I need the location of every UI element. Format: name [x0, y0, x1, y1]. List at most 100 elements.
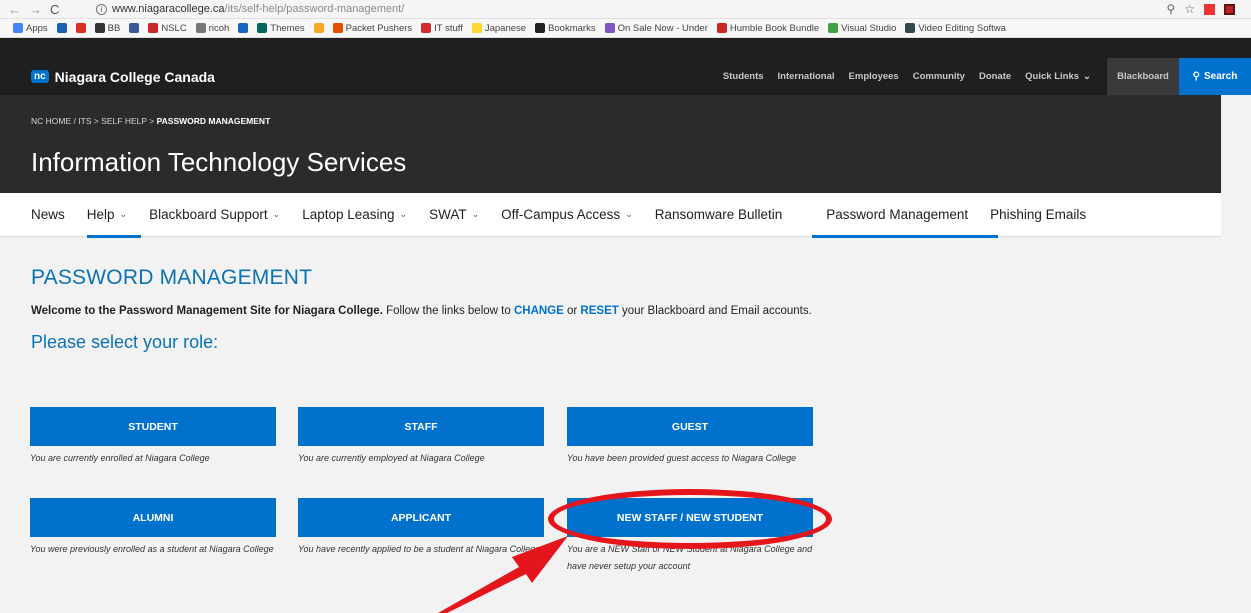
bookmark-item[interactable]: Bookmarks — [535, 23, 596, 34]
crumb-separator: > — [149, 116, 155, 126]
bookmark-label: Visual Studio — [841, 22, 897, 34]
change-link[interactable]: CHANGE — [514, 305, 564, 317]
url-host: www.niagaracollege.ca — [112, 3, 225, 15]
new-staff-student-button[interactable]: NEW STAFF / NEW STUDENT — [567, 498, 813, 537]
bookmark-icon — [421, 23, 432, 33]
bookmark-item[interactable]: On Sale Now - Under — [604, 22, 708, 34]
bookmark-label: Themes — [270, 22, 305, 34]
blackboard-link[interactable]: Blackboard — [1107, 58, 1179, 95]
bookmark-icon — [75, 23, 86, 33]
nav-password-label: Password Management — [826, 207, 969, 222]
chevron-down-icon: ⌄ — [119, 209, 128, 219]
bookmark-item[interactable]: NSLC — [148, 22, 187, 34]
bookmark-icon — [129, 23, 140, 33]
applicant-button[interactable]: APPLICANT — [298, 498, 544, 537]
address-bar[interactable]: i www.niagaracollege.ca/its/self-help/pa… — [96, 1, 1166, 17]
forward-icon[interactable]: → — [29, 2, 42, 17]
role-heading: Please select your role: — [31, 332, 219, 352]
welcome-bold: Welcome to the Password Management Site … — [31, 305, 383, 317]
nav-swat[interactable]: SWAT ⌄ — [429, 193, 479, 237]
nav-laptop-leasing[interactable]: Laptop Leasing ⌄ — [302, 193, 407, 237]
bookmark-label: BB — [107, 22, 121, 34]
nav-ransomware-bulletin[interactable]: Ransomware Bulletin — [655, 193, 783, 237]
nav-help-label: Help — [86, 207, 115, 222]
bookmark-label: NSLC — [161, 22, 187, 34]
role-card-alumni: ALUMNI You were previously enrolled as a… — [30, 498, 276, 558]
student-button[interactable]: STUDENT — [30, 407, 276, 446]
bookmark-icon — [313, 23, 324, 33]
nav-off-campus-access[interactable]: Off-Campus Access ⌄ — [501, 193, 633, 237]
bookmark-item[interactable] — [75, 23, 86, 33]
bookmark-item[interactable] — [56, 23, 67, 33]
bookmark-item[interactable] — [129, 23, 140, 33]
search-label: Search — [1203, 71, 1238, 82]
bookmark-item[interactable]: Packet Pushers — [332, 23, 412, 34]
crumb-home[interactable]: NC HOME — [31, 116, 71, 126]
browser-toolbar: ← → C i www.niagaracollege.ca/its/self-h… — [0, 0, 1251, 19]
top-link[interactable]: Community — [913, 71, 965, 82]
star-icon[interactable]: ☆ — [1184, 2, 1195, 16]
bookmark-item[interactable]: IT stuff — [421, 23, 463, 34]
chevron-down-icon: ⌄ — [1083, 71, 1091, 82]
browser-actions: ⚲ ☆ — [1166, 2, 1251, 16]
nav-blackboard-label: Blackboard Support — [149, 207, 268, 222]
role-description: You are a NEW Staff or NEW Student at Ni… — [567, 544, 813, 571]
staff-button[interactable]: STAFF — [298, 407, 544, 446]
top-link[interactable]: Employees — [849, 71, 899, 82]
reload-icon[interactable]: C — [50, 2, 59, 17]
info-icon[interactable]: i — [96, 3, 107, 15]
nav-laptop-label: Laptop Leasing — [302, 207, 395, 222]
role-description: You were previously enrolled as a studen… — [30, 544, 274, 554]
nav-phishing-emails[interactable]: Phishing Emails — [990, 193, 1086, 237]
pdf-extension-icon[interactable] — [1224, 3, 1235, 15]
bookmark-label: IT stuff — [434, 22, 463, 34]
nav-blackboard-support[interactable]: Blackboard Support ⌄ — [149, 193, 280, 237]
crumb-separator: > — [93, 116, 99, 126]
chevron-down-icon: ⌄ — [471, 209, 480, 219]
office-extension-icon[interactable] — [1204, 3, 1215, 15]
brand-name: Niagara College Canada — [54, 68, 215, 85]
bookmark-item[interactable]: Japanese — [471, 23, 526, 34]
bookmark-item[interactable]: Themes — [257, 22, 305, 34]
bookmark-item[interactable] — [313, 23, 324, 33]
bookmark-item[interactable]: Video Editing Softwa — [905, 23, 1006, 34]
nav-news[interactable]: News — [31, 193, 65, 237]
browser-nav: ← → C — [0, 2, 96, 17]
bookmark-item[interactable]: Apps — [13, 23, 48, 34]
role-card-staff: STAFF You are currently employed at Niag… — [298, 407, 544, 467]
role-description: You have been provided guest access to N… — [567, 453, 797, 463]
role-card-applicant: APPLICANT You have recently applied to b… — [298, 498, 544, 558]
bookmark-icon — [905, 23, 916, 33]
bookmark-item[interactable]: BB — [94, 22, 121, 34]
reset-link[interactable]: RESET — [580, 305, 618, 317]
guest-button[interactable]: GUEST — [567, 407, 813, 446]
crumb-its[interactable]: ITS — [78, 116, 91, 126]
bookmark-item[interactable]: Humble Book Bundle — [716, 23, 819, 34]
chevron-down-icon: ⌄ — [399, 209, 408, 219]
top-link[interactable]: Students — [723, 71, 764, 82]
back-icon[interactable]: ← — [8, 2, 21, 17]
top-link[interactable]: Donate — [979, 71, 1011, 82]
role-description: You have recently applied to be a studen… — [298, 544, 541, 554]
bookmark-item[interactable] — [238, 23, 249, 33]
section-heading: PASSWORD MANAGEMENT — [31, 266, 313, 289]
zoom-icon[interactable]: ⚲ — [1166, 2, 1175, 16]
search-button[interactable]: ⚲ Search — [1179, 58, 1251, 95]
brand[interactable]: nc Niagara College Canada — [0, 69, 215, 85]
bookmark-label: On Sale Now - Under — [617, 22, 708, 34]
bookmarks-bar: Apps BB NSLC ricoh Themes Packet Pushers IT st… — [0, 19, 1251, 38]
crumb-self-help[interactable]: SELF HELP — [101, 116, 147, 126]
nav-ransomware-label: Ransomware Bulletin — [654, 207, 783, 222]
bookmark-icon — [535, 23, 546, 33]
nav-password-management[interactable]: Password Management — [812, 193, 999, 238]
header-strip — [0, 38, 1251, 58]
nav-help[interactable]: Help ⌄ — [86, 193, 142, 238]
top-link[interactable]: International — [778, 71, 835, 82]
bookmark-item[interactable]: ricoh — [195, 23, 229, 34]
nav-off-campus-label: Off-Campus Access — [501, 207, 621, 222]
top-link[interactable]: Quick Links — [1025, 71, 1079, 82]
chevron-down-icon: ⌄ — [272, 209, 281, 219]
bookmark-icon — [238, 23, 249, 33]
alumni-button[interactable]: ALUMNI — [30, 498, 276, 537]
bookmark-item[interactable]: Visual Studio — [828, 23, 896, 34]
